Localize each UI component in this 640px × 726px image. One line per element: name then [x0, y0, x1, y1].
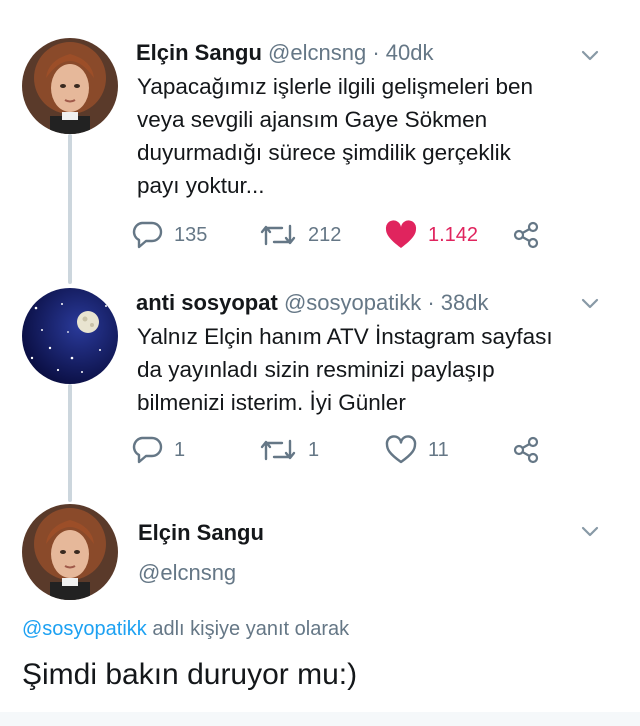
retweet-button[interactable]: 212: [258, 218, 341, 252]
tweet-1-line: duyurmadığı sürece şimdilik gerçeklik: [137, 140, 511, 165]
share-icon: [513, 221, 539, 249]
tweet-1-line: payı yoktur...: [137, 173, 265, 198]
reply-count: 135: [174, 223, 208, 246]
share-icon: [513, 436, 539, 464]
tweet-1-actions: 135 212 1.142: [130, 218, 550, 252]
tweet-1-handle[interactable]: @elcnsng: [268, 40, 366, 65]
reply-context-suffix: adlı kişiye yanıt olarak: [152, 618, 350, 640]
tweet-2-actions: 1 1 11: [130, 433, 550, 467]
heart-icon: [385, 220, 417, 248]
heart-icon: [385, 435, 417, 464]
like-button[interactable]: 1.142: [384, 218, 478, 252]
like-count: 11: [428, 438, 449, 461]
reply-button[interactable]: 1: [130, 433, 185, 467]
reply-context: @sosyopatikk adlı kişiye yanıt olarak: [22, 618, 349, 641]
tweet-1-separator: ·: [372, 40, 380, 65]
chevron-down-icon[interactable]: [580, 48, 600, 62]
avatar-elcin-sangu-main[interactable]: [22, 504, 118, 600]
tweet-2-text: Yalnız Elçin hanım ATV İnstagram sayfası…: [137, 320, 597, 419]
main-tweet-text: Şimdi bakın duruyor mu:): [22, 658, 358, 691]
like-button[interactable]: 11: [384, 433, 449, 467]
tweet-2-name[interactable]: anti sosyopat: [136, 290, 278, 315]
tweet-2-header: anti sosyopat @sosyopatikk · 38dk: [136, 290, 489, 316]
reply-button[interactable]: 135: [130, 218, 207, 252]
reply-icon: [132, 221, 163, 249]
like-count: 1.142: [428, 223, 479, 246]
chevron-down-icon[interactable]: [580, 296, 600, 310]
avatar-anti-sosyopat[interactable]: [22, 288, 118, 384]
thread-line-2: [68, 384, 72, 502]
share-button[interactable]: [512, 218, 550, 252]
retweet-count: 212: [308, 223, 342, 246]
tweet-1-line: Yapacağımız işlerle ilgili gelişmeleri b…: [137, 74, 534, 99]
reply-count: 1: [174, 438, 186, 461]
main-tweet-name[interactable]: Elçin Sangu: [138, 520, 264, 546]
tweet-2-time[interactable]: 38dk: [441, 290, 489, 315]
tweet-1-name[interactable]: Elçin Sangu: [136, 40, 262, 65]
chevron-down-icon[interactable]: [580, 524, 600, 538]
tweet-2-line: da yayınladı sizin resminizi paylaşıp: [137, 357, 495, 382]
avatar-elcin-sangu[interactable]: [22, 38, 118, 134]
tweet-1-text: Yapacağımız işlerle ilgili gelişmeleri b…: [137, 70, 597, 202]
tweet-2-separator: ·: [427, 290, 435, 315]
reply-icon: [132, 436, 163, 464]
bottom-divider: [0, 712, 640, 726]
tweet-2-line: bilmenizi isterim. İyi Günler: [137, 390, 406, 415]
reply-mention-link[interactable]: @sosyopatikk: [22, 618, 147, 640]
tweet-1-time[interactable]: 40dk: [386, 40, 434, 65]
retweet-count: 1: [308, 438, 320, 461]
main-tweet-handle[interactable]: @elcnsng: [138, 560, 236, 586]
tweet-1-line: veya sevgili ajansım Gaye Sökmen: [137, 107, 488, 132]
share-button[interactable]: [512, 433, 550, 467]
tweet-2-handle[interactable]: @sosyopatikk: [284, 290, 421, 315]
tweet-1-header: Elçin Sangu @elcnsng · 40dk: [136, 40, 434, 66]
retweet-button[interactable]: 1: [258, 433, 319, 467]
retweet-icon: [260, 439, 296, 461]
thread-line-1: [68, 134, 72, 284]
tweet-2-line: Yalnız Elçin hanım ATV İnstagram sayfası: [137, 324, 553, 349]
retweet-icon: [260, 224, 296, 246]
